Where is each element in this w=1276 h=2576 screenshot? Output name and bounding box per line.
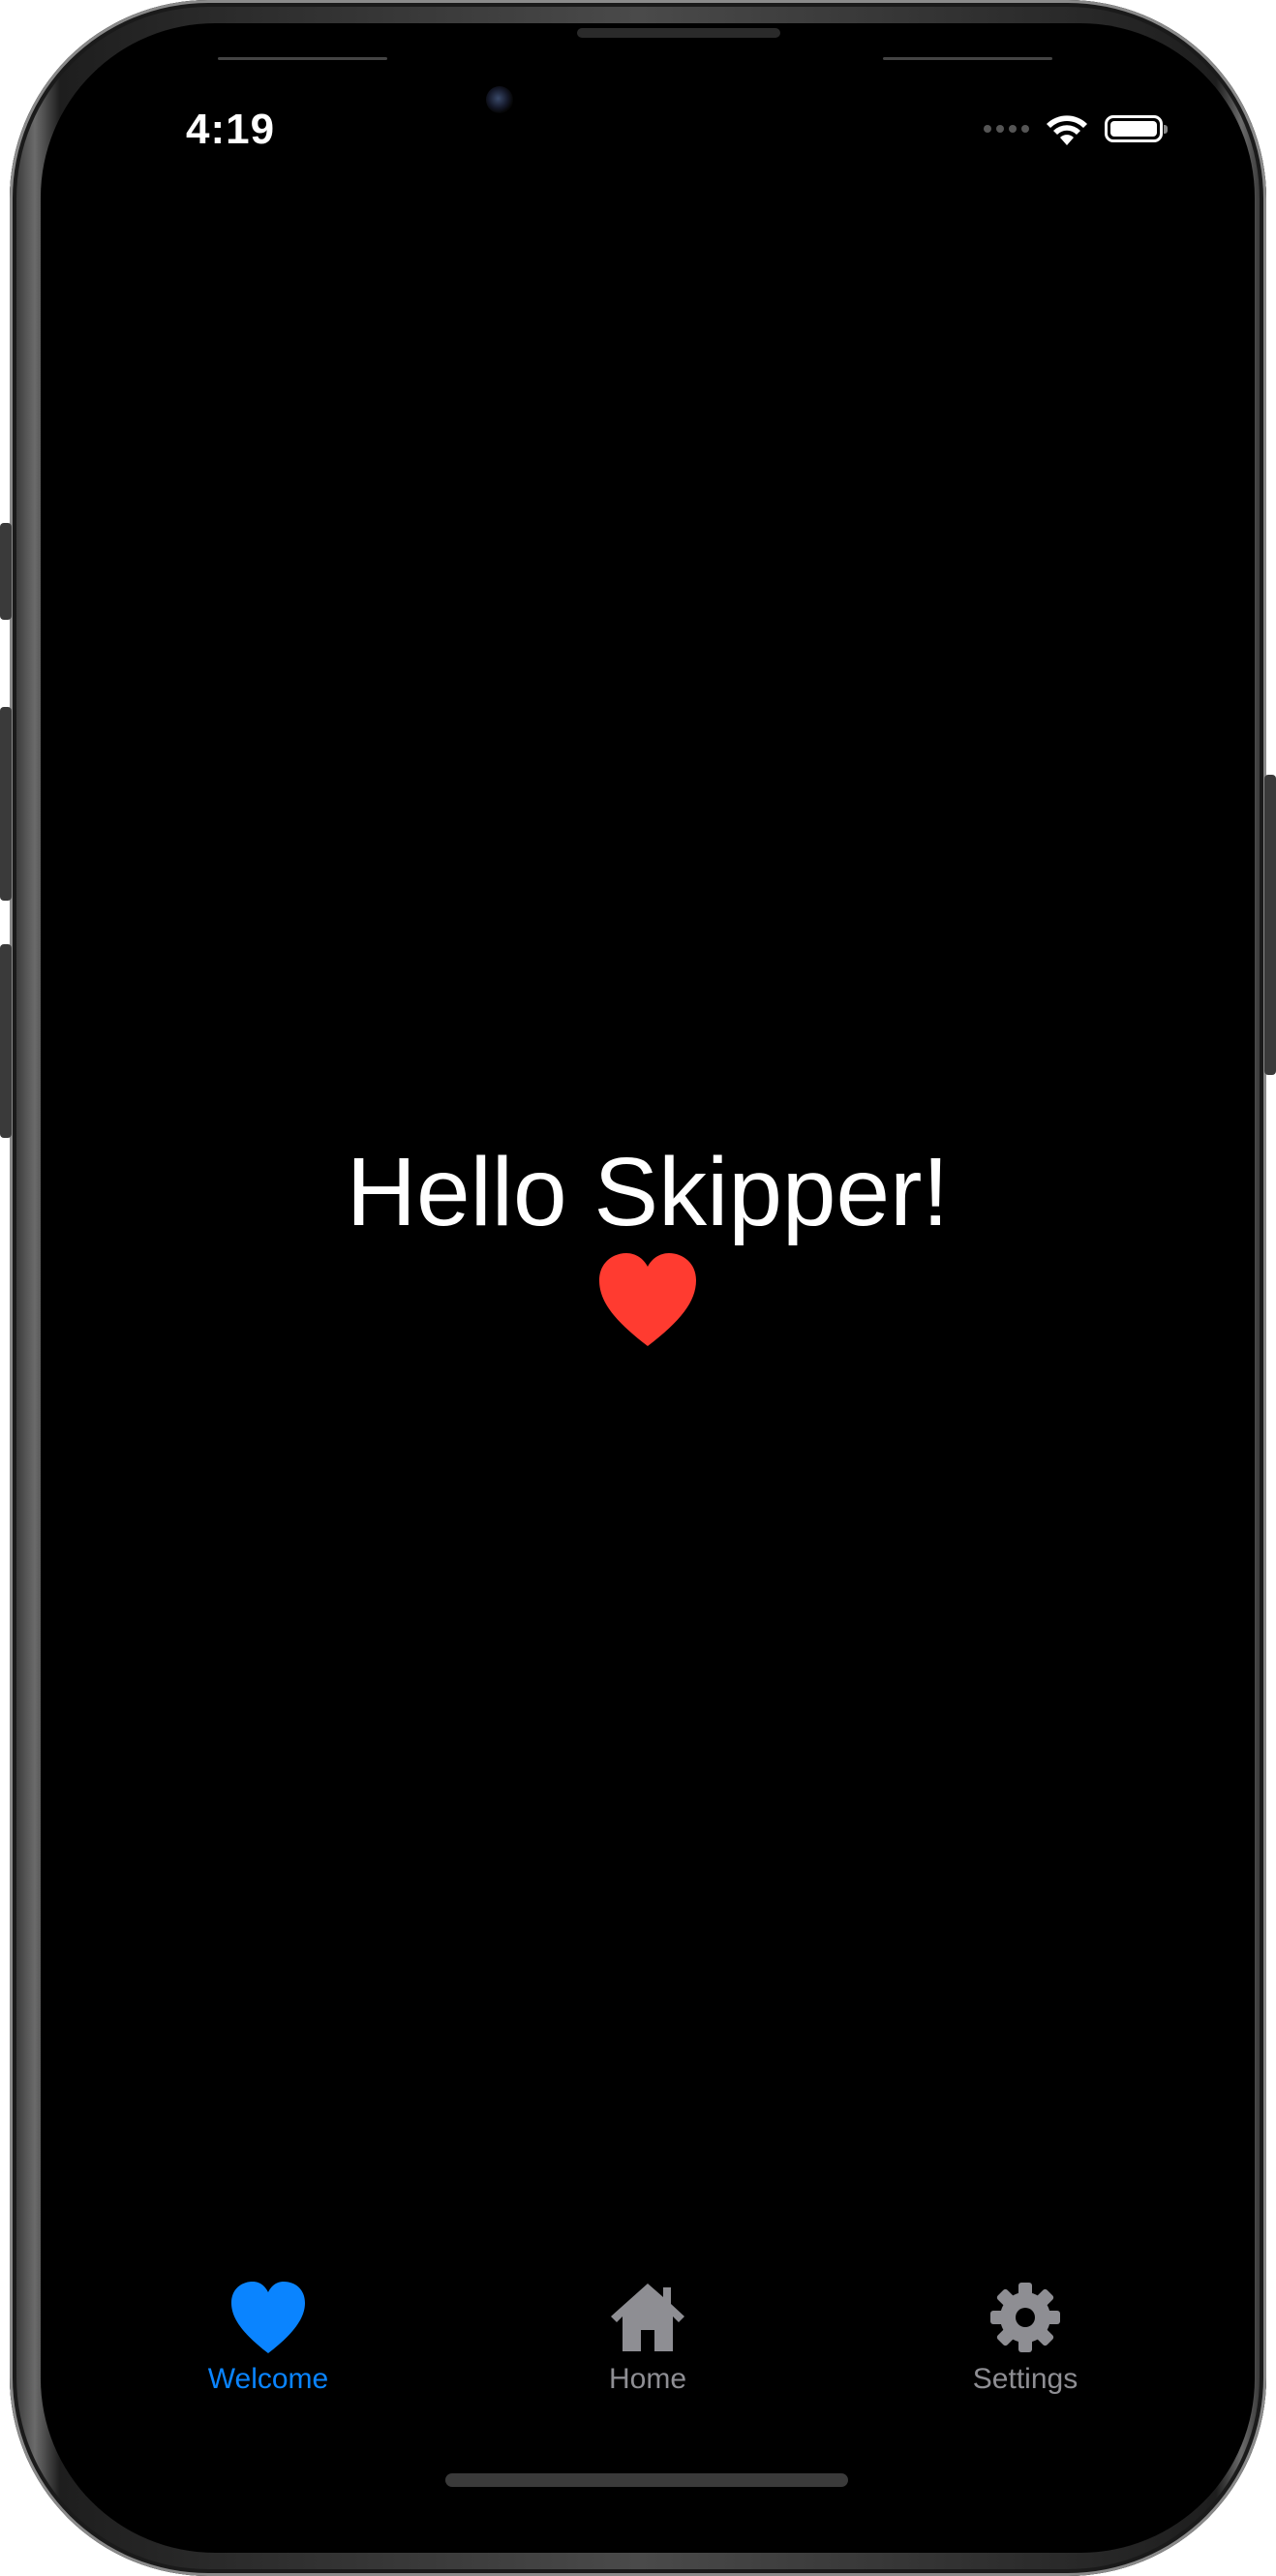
tab-settings[interactable]: Settings xyxy=(919,2280,1132,2396)
cellular-dots-icon xyxy=(984,125,1029,133)
status-time: 4:19 xyxy=(186,106,276,153)
tab-label-welcome: Welcome xyxy=(207,2363,329,2395)
volume-up-button xyxy=(0,707,12,901)
tab-home[interactable]: Home xyxy=(541,2280,754,2396)
status-icons xyxy=(984,112,1168,145)
tab-welcome[interactable]: Welcome xyxy=(162,2280,375,2396)
greeting-text: Hello Skipper! xyxy=(346,1138,950,1246)
action-button xyxy=(0,523,12,620)
speaker-grille xyxy=(577,28,780,38)
front-camera xyxy=(486,86,513,113)
battery-icon xyxy=(1105,115,1168,142)
wifi-icon xyxy=(1047,115,1087,145)
power-button xyxy=(1264,775,1276,1075)
tab-label-home: Home xyxy=(608,2363,687,2395)
volume-down-button xyxy=(0,944,12,1138)
antenna-line-left xyxy=(218,57,387,60)
app-screen: 4:19 Hello Skipper! Welcome Home Setting… xyxy=(41,23,1255,2553)
heart-icon xyxy=(231,2282,305,2353)
heart-icon xyxy=(599,1253,696,1346)
tab-label-settings: Settings xyxy=(972,2363,1079,2395)
antenna-line-right xyxy=(883,57,1052,60)
tab-bar: Welcome Home Settings xyxy=(41,2280,1255,2415)
house-icon xyxy=(611,2284,684,2351)
phone-frame: 4:19 Hello Skipper! Welcome Home Setting… xyxy=(0,0,1276,2576)
home-indicator[interactable] xyxy=(445,2473,848,2487)
gear-icon xyxy=(990,2283,1060,2352)
